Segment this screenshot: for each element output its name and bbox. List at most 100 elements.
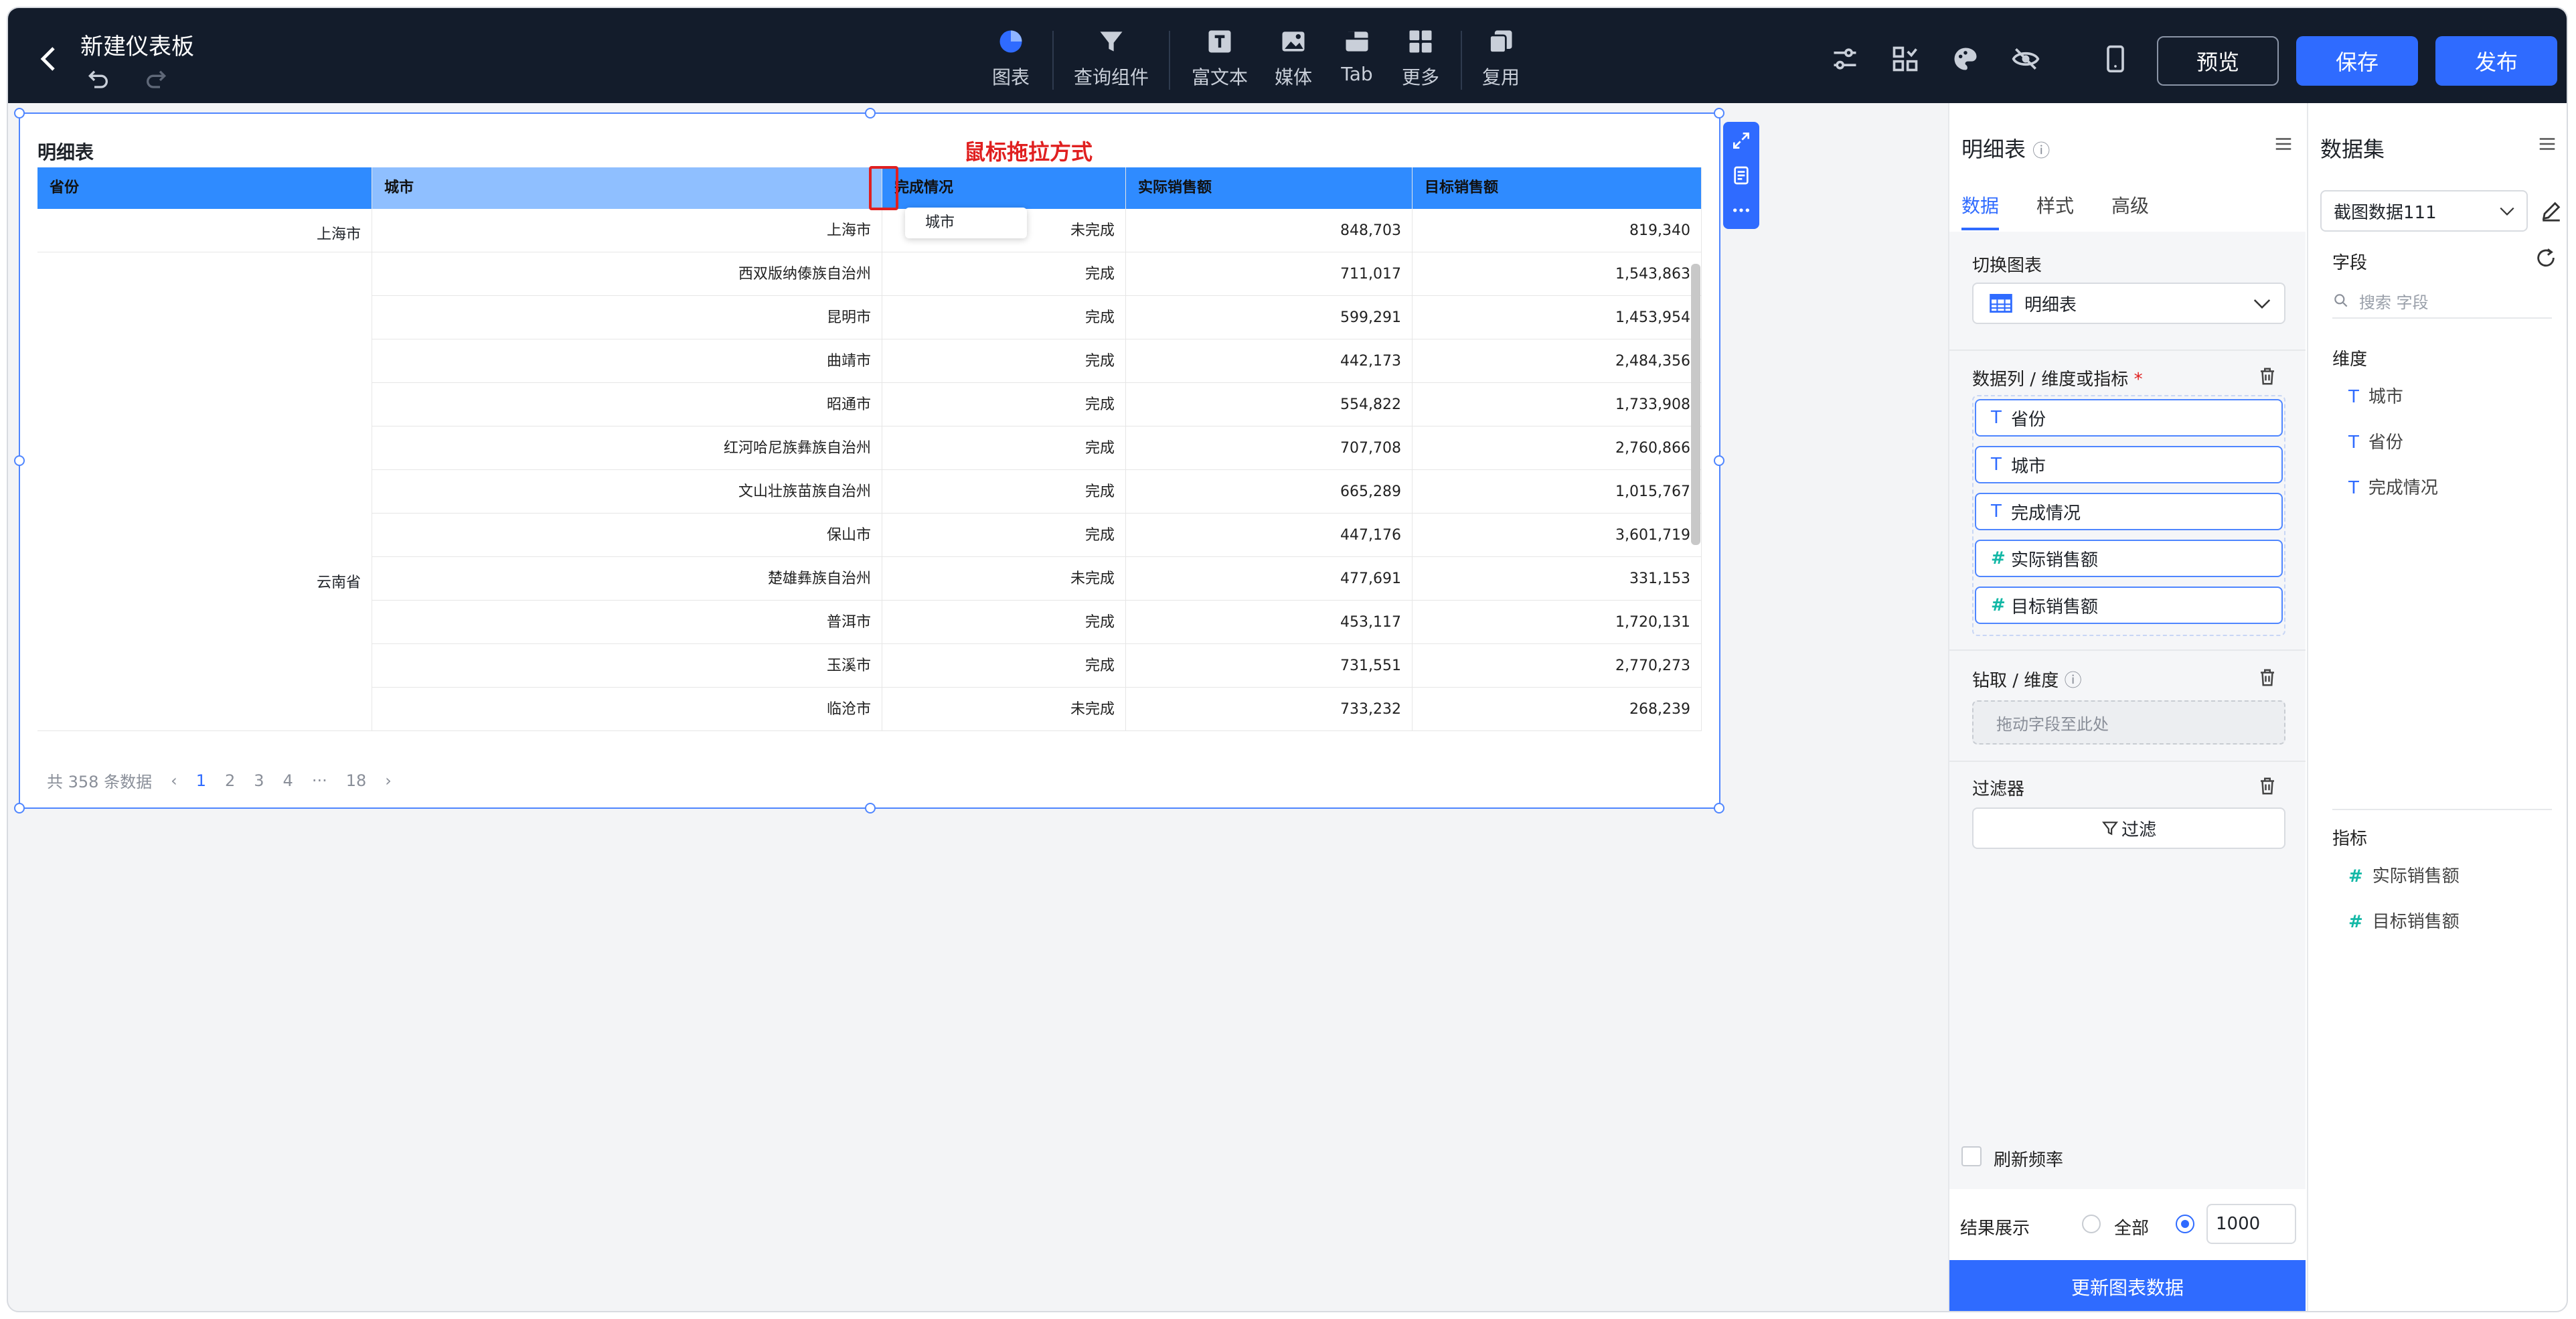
dimension-field[interactable]: T 省份 xyxy=(2348,429,2403,453)
table-cell-city: 曲靖市 xyxy=(372,339,882,383)
tab-data[interactable]: 数据 xyxy=(1961,191,2000,230)
update-chart-button[interactable]: 更新图表数据 xyxy=(1949,1260,2306,1311)
resize-handle[interactable] xyxy=(865,803,876,813)
dashboard-title[interactable]: 新建仪表板 xyxy=(80,28,194,61)
metric-field[interactable]: # 目标销售额 xyxy=(2348,908,2460,933)
table-cell-actual: 733,232 xyxy=(1126,688,1413,731)
trash-icon[interactable] xyxy=(2257,366,2277,387)
table-cell-city: 西双版纳傣族自治州 xyxy=(372,252,882,296)
search-icon xyxy=(2334,294,2348,307)
tab-advanced[interactable]: 高级 xyxy=(2111,191,2149,230)
table-cell-city: 玉溪市 xyxy=(372,644,882,688)
result-label: 结果展示 xyxy=(1960,1219,2030,1239)
resize-handle[interactable] xyxy=(14,108,25,119)
refresh-checkbox[interactable] xyxy=(1961,1146,1982,1166)
expand-icon[interactable] xyxy=(1730,130,1752,151)
menu-icon[interactable] xyxy=(2536,134,2559,154)
table-cell-status: 完成 xyxy=(882,470,1126,514)
column-chip[interactable]: T 完成情况 xyxy=(1975,493,2283,530)
column-chip[interactable]: # 目标销售额 xyxy=(1975,587,2283,624)
undo-icon[interactable] xyxy=(83,67,112,94)
trash-icon[interactable] xyxy=(2257,775,2277,797)
table-cell-city: 昆明市 xyxy=(372,296,882,339)
result-all-radio[interactable] xyxy=(2082,1215,2101,1233)
metric-field[interactable]: # 实际销售额 xyxy=(2348,862,2460,887)
table-scrollbar[interactable] xyxy=(1691,264,1700,545)
filter-button[interactable]: 过滤 xyxy=(1972,807,2285,849)
refresh-icon[interactable] xyxy=(2534,246,2557,269)
column-header-status[interactable]: 完成情况 xyxy=(882,167,1126,209)
metric-label: 指标 xyxy=(2332,829,2368,849)
tool-more[interactable]: 更多 xyxy=(1394,27,1447,100)
trash-icon[interactable] xyxy=(2257,667,2277,688)
table-cell-target: 331,153 xyxy=(1413,557,1702,601)
dimension-field[interactable]: T 城市 xyxy=(2348,383,2403,408)
pager-page[interactable]: 2 xyxy=(225,771,235,790)
column-header-target[interactable]: 目标销售额 xyxy=(1413,167,1702,209)
tool-tab[interactable]: Tab xyxy=(1334,27,1380,100)
divider xyxy=(1949,761,2306,762)
layout-components-icon[interactable] xyxy=(1890,44,1920,74)
pager-prev-icon[interactable]: ‹ xyxy=(171,771,177,790)
info-icon[interactable]: ⓘ xyxy=(2032,141,2050,161)
resize-handle[interactable] xyxy=(865,108,876,119)
resize-handle[interactable] xyxy=(14,455,25,466)
reuse-copy-icon xyxy=(1489,30,1512,54)
drill-dropzone[interactable]: 拖动字段至此处 xyxy=(1972,700,2285,745)
tool-media[interactable]: 媒体 xyxy=(1267,27,1320,100)
pager-ellipsis[interactable]: ··· xyxy=(312,771,327,790)
result-limit-radio[interactable] xyxy=(2176,1215,2194,1233)
menu-icon[interactable] xyxy=(2272,134,2295,154)
filter-funnel-icon xyxy=(1100,31,1123,52)
chart-type-select[interactable]: 明细表 xyxy=(1972,283,2285,324)
preview-button[interactable]: 预览 xyxy=(2157,36,2279,86)
result-limit-input[interactable]: 1000 xyxy=(2206,1204,2296,1244)
table-cell-status: 完成 xyxy=(882,252,1126,296)
save-button[interactable]: 保存 xyxy=(2296,36,2418,86)
more-dots-icon[interactable] xyxy=(1730,200,1752,221)
column-header-actual[interactable]: 实际销售额 xyxy=(1126,167,1413,209)
theme-palette-icon[interactable] xyxy=(1951,44,1980,74)
resize-handle[interactable] xyxy=(1714,455,1724,466)
publish-button[interactable]: 发布 xyxy=(2435,36,2557,86)
drag-highlight-box xyxy=(869,166,898,210)
resize-handle[interactable] xyxy=(1714,803,1724,813)
dataset-select[interactable]: 截图数据111 xyxy=(2320,190,2528,232)
widget-side-toolbar xyxy=(1723,122,1759,229)
tool-query[interactable]: 查询组件 xyxy=(1070,27,1153,100)
chevron-down-icon xyxy=(2500,207,2514,216)
table-cell-target: 2,770,273 xyxy=(1413,644,1702,688)
mobile-device-icon[interactable] xyxy=(2101,44,2130,74)
pager-page[interactable]: 18 xyxy=(346,771,367,790)
info-icon[interactable]: ⓘ xyxy=(2065,671,2082,691)
resize-handle[interactable] xyxy=(1714,108,1724,119)
drag-annotation: 鼠标拖拉方式 xyxy=(964,139,1093,165)
redo-icon[interactable] xyxy=(142,67,171,94)
column-chip[interactable]: T 省份 xyxy=(1975,399,2283,437)
tool-rich-text[interactable]: 富文本 xyxy=(1186,27,1253,100)
column-header-province[interactable]: 省份 xyxy=(37,167,372,209)
table-widget[interactable]: 明细表 鼠标拖拉方式 省份 城市 完成情况 实际销售额 目标销售额 上海市 未完成… xyxy=(14,108,1724,813)
pager-page[interactable]: 4 xyxy=(283,771,293,790)
pager-page[interactable]: 1 xyxy=(196,771,206,790)
column-chip[interactable]: # 实际销售额 xyxy=(1975,540,2283,577)
column-chip[interactable]: T 城市 xyxy=(1975,446,2283,483)
tool-chart[interactable]: 图表 xyxy=(984,27,1038,100)
dimension-field[interactable]: T 完成情况 xyxy=(2348,474,2438,499)
tool-reuse[interactable]: 复用 xyxy=(1474,27,1528,100)
resize-handle[interactable] xyxy=(14,803,25,813)
back-arrow-icon[interactable] xyxy=(33,43,66,75)
edit-pencil-icon[interactable] xyxy=(2540,200,2563,222)
pager-next-icon[interactable]: › xyxy=(385,771,392,790)
document-icon[interactable] xyxy=(1730,165,1752,186)
field-search-input[interactable]: 搜索 字段 xyxy=(2332,284,2552,319)
hide-eye-icon[interactable] xyxy=(2011,44,2040,74)
settings-sliders-icon[interactable] xyxy=(1830,44,1860,74)
tab-style[interactable]: 样式 xyxy=(2036,191,2074,230)
table-cell-target: 2,484,356 xyxy=(1413,339,1702,383)
divider xyxy=(2332,809,2552,810)
column-header-city[interactable]: 城市 xyxy=(372,167,882,209)
pager-page[interactable]: 3 xyxy=(254,771,264,790)
table-cell-actual: 447,176 xyxy=(1126,514,1413,557)
table-cell-city: 保山市 xyxy=(372,514,882,557)
